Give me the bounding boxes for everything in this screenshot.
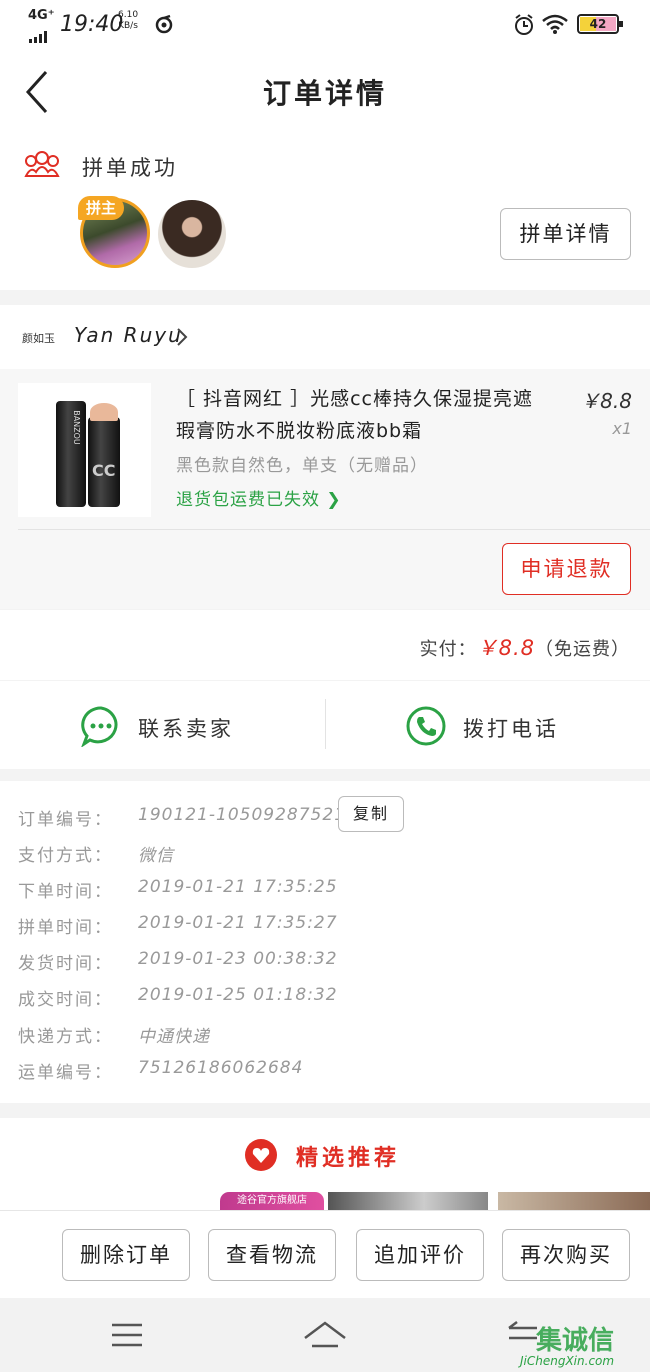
watermark-site: JiChengXin.com (520, 1354, 615, 1368)
product-quantity: x1 (612, 419, 632, 438)
shop-banner[interactable]: 途谷官方旗舰店 (220, 1192, 324, 1210)
payment-note: （免运费） (535, 639, 630, 660)
system-nav-bar: 集诚信 JiChengXin.com (0, 1298, 650, 1372)
shipping-note[interactable]: 退货包运费已失效 ❯ (176, 485, 342, 510)
phone-icon (406, 706, 446, 746)
product-price: ￥8.8 (580, 389, 632, 413)
home-icon[interactable] (302, 1318, 348, 1356)
contact-seller-button[interactable]: 联系卖家 (80, 705, 320, 747)
chevron-right-icon (176, 327, 188, 351)
product-card[interactable]: BANZOU CC ［ 抖音网红 ］光感cc棒持久保湿提亮遮瑕膏防水不脱妆粉底液… (0, 369, 650, 609)
shop-name: Yan Ruyu (74, 323, 183, 347)
net-speed: 6.10 KB/s (118, 10, 139, 31)
group-details-button[interactable]: 拼单详情 (500, 208, 631, 260)
product-spec: 黑色款自然色，单支（无赠品） (176, 456, 428, 476)
recommend-image[interactable] (498, 1192, 650, 1210)
refund-button[interactable]: 申请退款 (502, 543, 631, 595)
payment-amount: ￥8.8 (476, 636, 535, 660)
alarm-icon (512, 13, 536, 42)
divider (18, 529, 650, 530)
chevron-right-icon: ❯ (320, 490, 342, 510)
menu-icon[interactable] (110, 1320, 144, 1354)
group-icon (22, 148, 62, 184)
info-row-order-no: 订单编号： 190121-105092875211267 (18, 805, 394, 830)
watermark-text: 集诚信 (536, 1326, 615, 1356)
group-status: 拼单成功 (82, 156, 178, 180)
network-type: 4G⁺ (28, 8, 55, 23)
product-image[interactable]: BANZOU CC (18, 383, 151, 517)
info-row-ship-time: 发货时间： 2019-01-23 00:38:32 (18, 949, 338, 974)
view-logistics-button[interactable]: 查看物流 (208, 1229, 336, 1281)
info-row-group-time: 拼单时间： 2019-01-21 17:35:27 (18, 913, 338, 938)
payment-label: 实付： (419, 639, 477, 660)
sync-icon (154, 14, 174, 39)
delete-order-button[interactable]: 删除订单 (62, 1229, 190, 1281)
page-title: 订单详情 (262, 77, 387, 110)
contact-section: 联系卖家 拨打电话 (0, 681, 650, 769)
payment-summary: 实付：￥8.8（免运费） (0, 610, 650, 680)
info-row-tracking: 运单编号： 75126186062684 (18, 1058, 304, 1083)
signal-icon (29, 24, 51, 43)
info-row-courier: 快递方式： 中通快递 (18, 1027, 210, 1047)
info-row-deal-time: 成交时间： 2019-01-25 01:18:32 (18, 985, 338, 1010)
shop-logo: 颜如玉 (22, 332, 55, 345)
recommend-image[interactable] (328, 1192, 488, 1210)
copy-button[interactable]: 复制 (338, 796, 404, 832)
leader-badge: 拼主 (78, 196, 124, 220)
wifi-icon (541, 13, 569, 40)
divider (325, 699, 326, 749)
buy-again-button[interactable]: 再次购买 (502, 1229, 630, 1281)
clock: 19:40 (60, 12, 124, 37)
info-row-order-time: 下单时间： 2019-01-21 17:35:25 (18, 877, 338, 902)
group-buy-section: 拼单成功 拼主 拼单详情 (0, 130, 650, 290)
shop-row[interactable]: 颜如玉 Yan Ruyu (0, 305, 650, 369)
recommend-title: 精选推荐 (296, 1146, 401, 1171)
battery-icon: 42 (577, 14, 623, 34)
info-row-payment: 支付方式： 微信 (18, 846, 174, 866)
order-info: 订单编号： 190121-105092875211267 复制 支付方式： 微信 下… (0, 781, 650, 1103)
add-review-button[interactable]: 追加评价 (356, 1229, 484, 1281)
status-bar: 4G⁺ 19:40 6.10 KB/s 42 (0, 0, 650, 50)
heart-icon (244, 1138, 278, 1176)
product-title: ［ 抖音网红 ］光感cc棒持久保湿提亮遮瑕膏防水不脱妆粉底液bb霜 (176, 388, 533, 442)
chat-icon (81, 706, 118, 747)
call-button[interactable]: 拨打电话 (405, 705, 645, 747)
recommend-section: 精选推荐 途谷官方旗舰店 (0, 1118, 650, 1210)
action-bar: 删除订单 查看物流 追加评价 再次购买 (0, 1210, 650, 1298)
avatar-member[interactable] (158, 200, 226, 268)
page-header: 订单详情 (0, 50, 650, 130)
